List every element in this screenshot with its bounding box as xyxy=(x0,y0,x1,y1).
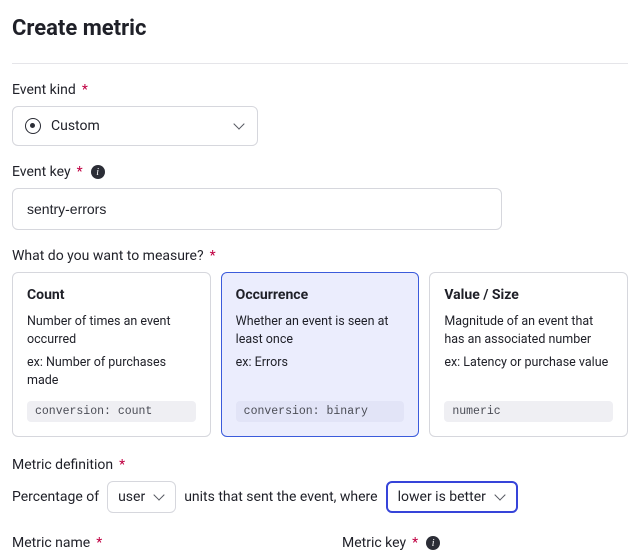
direction-select[interactable]: lower is better xyxy=(386,481,518,513)
option-example: ex: Latency or purchase value xyxy=(444,354,613,372)
definition-prefix: Percentage of xyxy=(12,489,99,505)
option-tag: conversion: binary xyxy=(236,401,405,422)
unit-select[interactable]: user xyxy=(107,481,176,513)
event-kind-value: Custom xyxy=(51,118,100,134)
info-icon[interactable]: i xyxy=(91,165,105,179)
required-asterisk: * xyxy=(96,535,102,551)
measure-label: What do you want to measure? * xyxy=(12,248,628,264)
direction-value: lower is better xyxy=(398,489,486,505)
divider xyxy=(12,63,628,64)
option-desc: Magnitude of an event that has an associ… xyxy=(444,313,613,348)
metric-definition-label: Metric definition * xyxy=(12,457,628,473)
measure-option-count[interactable]: Count Number of times an event occurred … xyxy=(12,272,211,437)
option-desc: Number of times an event occurred xyxy=(27,313,196,348)
metric-name-label-text: Metric name xyxy=(12,535,90,551)
event-kind-label: Event kind * xyxy=(12,82,628,98)
chevron-down-icon xyxy=(496,492,506,502)
event-kind-label-text: Event kind xyxy=(12,82,76,98)
info-icon[interactable]: i xyxy=(426,536,440,550)
metric-definition-label-text: Metric definition xyxy=(12,457,113,473)
metric-key-label-text: Metric key xyxy=(342,535,406,551)
measure-option-value-size[interactable]: Value / Size Magnitude of an event that … xyxy=(429,272,628,437)
metric-key-label: Metric key * i xyxy=(342,535,440,551)
option-tag: numeric xyxy=(444,401,613,422)
chevron-down-icon xyxy=(235,121,245,131)
required-asterisk: * xyxy=(77,164,83,180)
measure-field: What do you want to measure? * Count Num… xyxy=(12,248,628,437)
option-desc: Whether an event is seen at least once xyxy=(236,313,405,348)
unit-value: user xyxy=(118,489,145,505)
chevron-down-icon xyxy=(155,492,165,502)
option-title: Value / Size xyxy=(444,287,613,303)
event-key-label: Event key * i xyxy=(12,164,628,180)
event-key-field: Event key * i xyxy=(12,164,628,230)
required-asterisk: * xyxy=(82,82,88,98)
required-asterisk: * xyxy=(119,457,125,473)
measure-option-occurrence[interactable]: Occurrence Whether an event is seen at l… xyxy=(221,272,420,437)
event-kind-select[interactable]: Custom xyxy=(12,106,258,146)
measure-label-text: What do you want to measure? xyxy=(12,248,204,264)
target-icon xyxy=(25,118,41,134)
definition-middle: units that sent the event, where xyxy=(184,489,377,505)
event-key-label-text: Event key xyxy=(12,164,71,180)
option-tag: conversion: count xyxy=(27,401,196,422)
event-kind-field: Event kind * Custom xyxy=(12,82,628,146)
name-key-row: Metric name * Metric key * i xyxy=(12,535,628,559)
option-example: ex: Errors xyxy=(236,354,405,372)
metric-definition-row: Percentage of user units that sent the e… xyxy=(12,481,628,513)
option-example: ex: Number of purchases made xyxy=(27,354,196,389)
metric-name-label: Metric name * xyxy=(12,535,312,551)
event-key-input[interactable] xyxy=(12,188,502,230)
measure-options: Count Number of times an event occurred … xyxy=(12,272,628,437)
page-title: Create metric xyxy=(12,16,628,41)
option-title: Count xyxy=(27,287,196,303)
option-title: Occurrence xyxy=(236,287,405,303)
required-asterisk: * xyxy=(210,248,216,264)
required-asterisk: * xyxy=(412,535,418,551)
